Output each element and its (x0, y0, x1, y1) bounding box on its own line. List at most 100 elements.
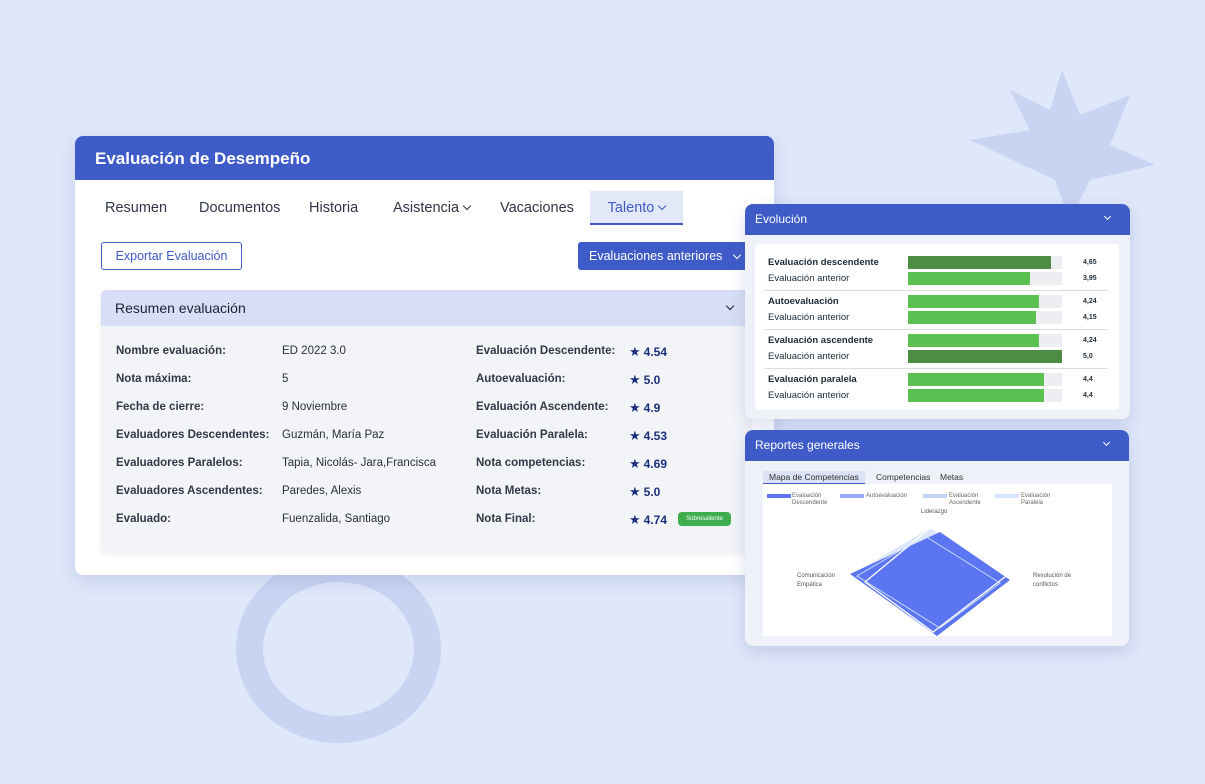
summary-label: Evaluadores Ascendentes: (116, 485, 263, 497)
evolution-bar (908, 389, 1044, 402)
chevron-down-icon (725, 301, 735, 311)
evolution-bar-track (908, 256, 1062, 269)
score-value: ★ 4.53 (629, 428, 668, 443)
evolution-value: 4,24 (1083, 298, 1097, 305)
evolution-value: 5,0 (1083, 353, 1093, 360)
nav-tabs: Resumen Documentos Historia Asistencia V… (75, 191, 774, 225)
chevron-down-icon (732, 250, 742, 260)
legend-swatch (840, 494, 864, 498)
status-badge: Sobresaliente (678, 512, 731, 526)
score-value: ★ 4.54 (629, 344, 668, 359)
score-value: ★ 5.0 (629, 372, 661, 387)
chevron-down-icon (1102, 438, 1111, 447)
evolution-bar-track (908, 350, 1062, 363)
summary-label: Evaluado: (116, 513, 171, 525)
legend-label: Autoevaluación (866, 493, 908, 499)
tab-mapa-competencias[interactable]: Mapa de Competencias (763, 471, 865, 484)
evolution-bar (908, 350, 1062, 363)
tab-historia[interactable]: Historia (309, 191, 358, 225)
tab-vacaciones[interactable]: Vacaciones (500, 191, 574, 225)
summary-label: Evaluadores Descendentes: (116, 429, 270, 441)
tab-resumen[interactable]: Resumen (105, 191, 167, 225)
evolution-value: 4,24 (1083, 337, 1097, 344)
star-icon: ★ (629, 456, 641, 471)
tab-asistencia[interactable]: Asistencia (393, 191, 472, 225)
summary-label: Nombre evaluación: (116, 345, 226, 357)
legend-swatch (995, 494, 1019, 498)
score-label: Nota competencias: (476, 457, 586, 469)
star-icon: ★ (629, 400, 641, 415)
legend-label: Evaluación Ascendente (949, 493, 981, 506)
evolution-bar-track (908, 334, 1062, 347)
evolution-bar (908, 311, 1036, 324)
export-evaluation-button[interactable]: Exportar Evaluación (101, 242, 242, 270)
evolution-row-label: Evaluación descendente (768, 257, 879, 268)
summary-value: ED 2022 3.0 (282, 345, 346, 357)
score-label: Autoevaluación: (476, 373, 566, 385)
tab-metas[interactable]: Metas (940, 472, 963, 482)
star-icon: ★ (629, 428, 641, 443)
radar-chart (850, 523, 1012, 636)
summary-label: Nota máxima: (116, 373, 192, 385)
divider (765, 368, 1107, 369)
evolution-bars: Evaluación descendente 4,65 Evaluación ant… (755, 244, 1119, 410)
star-icon: ★ (629, 484, 641, 499)
legend-label: Evaluación Paralela (1021, 493, 1051, 506)
evolution-row-label: Evaluación anterior (768, 312, 850, 323)
evolution-bar-track (908, 311, 1062, 324)
legend-swatch (923, 494, 947, 498)
reports-header[interactable]: Reportes generales (745, 430, 1129, 461)
evaluation-card: Evaluación de Desempeño Resumen Document… (75, 136, 774, 575)
axis-label-right: Resolución de conflictos (1033, 573, 1072, 588)
evolution-bar-track (908, 295, 1062, 308)
evolution-value: 4,4 (1083, 376, 1093, 383)
summary-value: 9 Noviembre (282, 401, 348, 413)
summary-label: Fecha de cierre: (116, 401, 205, 413)
previous-evaluations-dropdown[interactable]: Evaluaciones anteriores (578, 242, 750, 270)
decorative-ring-shape (236, 555, 441, 743)
tab-talento[interactable]: Talento (590, 191, 683, 225)
axis-label-left: Comunicación Empática (797, 573, 836, 588)
score-value: ★ 4.69 (629, 456, 668, 471)
page-title: Evaluación de Desempeño (75, 136, 774, 180)
evolution-header[interactable]: Evolución (745, 204, 1130, 235)
evolution-bar-track (908, 373, 1062, 386)
star-icon: ★ (629, 344, 641, 359)
summary-value: Guzmán, María Paz (282, 429, 385, 441)
evolution-value: 4,4 (1083, 392, 1093, 399)
evolution-bar-track (908, 389, 1062, 402)
summary-panel: Resumen evaluación Nombre evaluación: ED… (101, 290, 751, 551)
chevron-down-icon (462, 201, 472, 211)
star-icon: ★ (629, 512, 641, 527)
evolution-bar (908, 256, 1052, 269)
score-label: Evaluación Descendente: (476, 345, 616, 357)
summary-value: Fuenzalida, Santiago (282, 513, 391, 525)
tab-documentos[interactable]: Documentos (199, 191, 280, 225)
evolution-value: 3,95 (1083, 275, 1097, 282)
score-label: Evaluación Ascendente: (476, 401, 609, 413)
evolution-bar (908, 373, 1044, 386)
summary-panel-header[interactable]: Resumen evaluación (101, 290, 751, 326)
evolution-row-label: Evaluación anterior (768, 351, 850, 362)
radar-series-descendente (850, 532, 1010, 636)
evolution-row-label: Evaluación paralela (768, 374, 857, 385)
star-icon: ★ (629, 372, 641, 387)
evolution-bar (908, 272, 1030, 285)
evolution-row-label: Autoevaluación (768, 296, 839, 307)
summary-value: 5 (282, 373, 289, 385)
score-label: Nota Final: (476, 513, 536, 525)
decorative-star-shape (970, 70, 1155, 220)
summary-value: Tapia, Nicolás- Jara,Francisca (282, 457, 437, 469)
evolution-row-label: Evaluación anterior (768, 390, 850, 401)
evolution-row-label: Evaluación anterior (768, 273, 850, 284)
tab-competencias[interactable]: Competencias (876, 472, 930, 482)
evolution-row-label: Evaluación ascendente (768, 335, 874, 346)
chevron-down-icon (1103, 212, 1112, 221)
evolution-bar-track (908, 272, 1062, 285)
summary-value: Paredes, Alexis (282, 485, 362, 497)
legend-label: Evaluación Descendente (792, 493, 828, 506)
final-score-value: ★ 4.74 (629, 512, 668, 527)
evolution-bar (908, 295, 1039, 308)
score-label: Nota Metas: (476, 485, 542, 497)
evolution-value: 4,15 (1083, 314, 1097, 321)
